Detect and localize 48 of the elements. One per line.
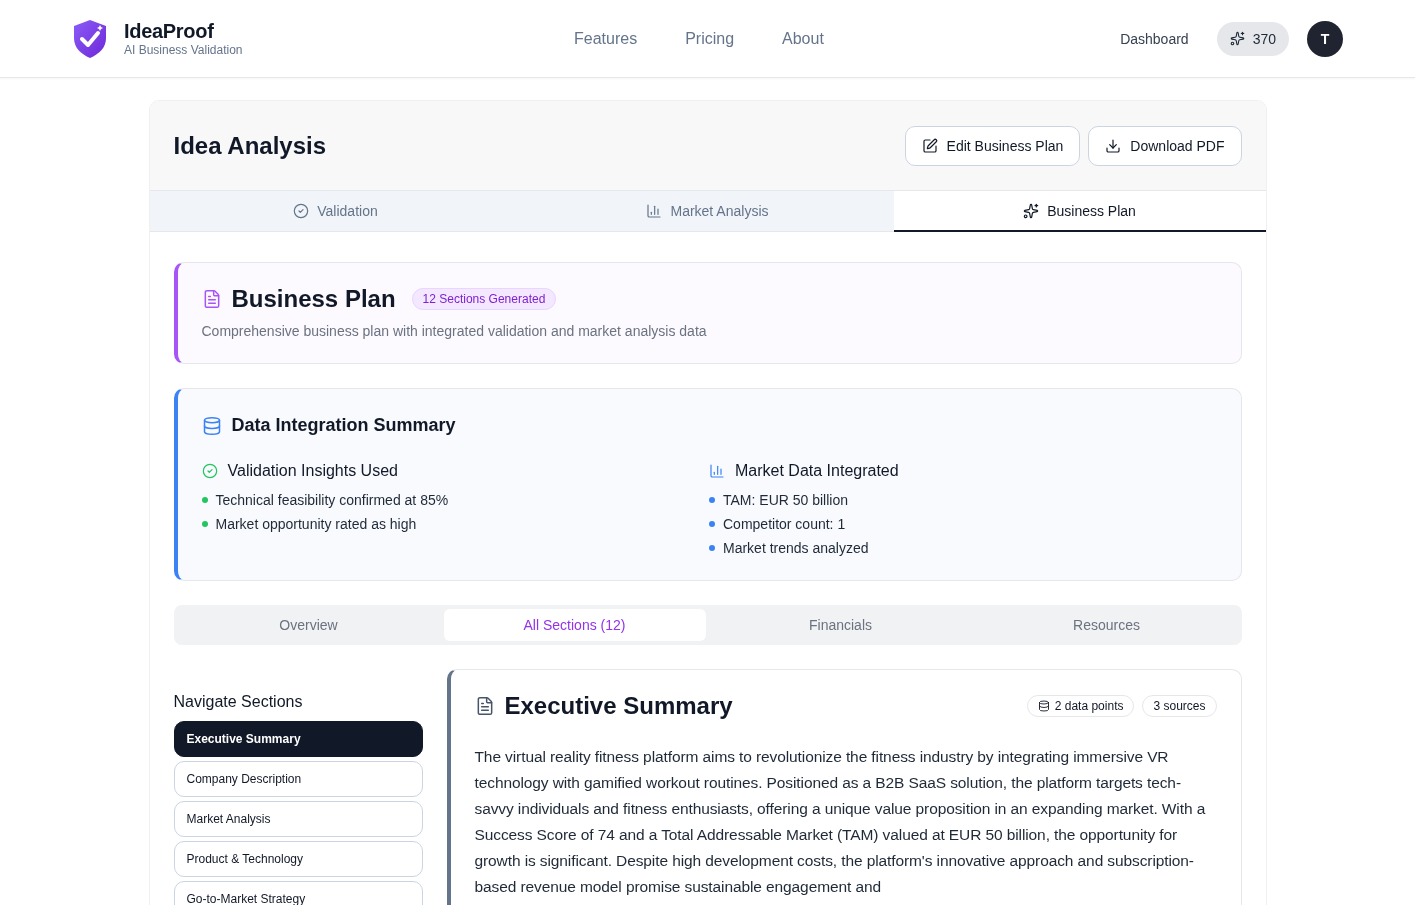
database-icon — [201, 415, 222, 436]
plan-title: Business Plan — [231, 285, 396, 313]
section-nav-item[interactable]: Company Description — [173, 761, 423, 797]
tab[interactable]: Validation — [149, 191, 522, 232]
pen-square-icon — [921, 137, 938, 154]
sections-badge: 12 Sections Generated — [411, 288, 557, 310]
plan-description: Comprehensive business plan with integrated validation and market analysis data — [201, 323, 708, 339]
tab[interactable]: Business Plan — [893, 191, 1266, 232]
check-circle-icon — [293, 203, 310, 219]
section-nav-item[interactable]: Market Analysis — [173, 801, 423, 837]
nav-link[interactable]: Features — [574, 29, 638, 48]
brand-name: IdeaProof — [124, 20, 215, 43]
insight-item: Market opportunity rated as high — [215, 516, 417, 532]
action-button[interactable]: Edit Business Plan — [904, 125, 1081, 166]
section-nav-item[interactable]: Executive Summary — [173, 721, 423, 757]
section-tab[interactable]: Overview — [177, 609, 440, 641]
insight-item: TAM: EUR 50 billion — [723, 492, 848, 508]
bar-chart-icon — [646, 203, 663, 219]
sparkles-icon — [1229, 31, 1245, 46]
check-circle-icon — [201, 463, 218, 479]
section-tab[interactable]: Resources — [975, 609, 1238, 641]
credits-pill[interactable]: 370 — [1216, 21, 1289, 56]
section-title: Executive Summary — [504, 692, 733, 720]
download-icon — [1105, 137, 1122, 154]
integration-title: Data Integration Summary — [231, 415, 456, 436]
nav-link[interactable]: About — [782, 29, 824, 48]
tab[interactable]: Market Analysis — [521, 191, 894, 232]
insight-item: Market trends analyzed — [723, 540, 869, 556]
nav-link[interactable]: Pricing — [685, 29, 735, 48]
sidebar-title: Navigate Sections — [173, 693, 304, 711]
section-nav-item[interactable]: Go-to-Market Strategy — [173, 881, 423, 905]
section-tab[interactable]: Financials — [709, 609, 972, 641]
insight-item: Competitor count: 1 — [723, 516, 846, 532]
insight-item: Technical feasibility confirmed at 85% — [215, 492, 449, 508]
brand-tagline: AI Business Validation — [124, 43, 243, 57]
sparkles-icon — [1023, 202, 1040, 219]
avatar[interactable]: T — [1307, 20, 1343, 57]
dashboard-link[interactable]: Dashboard — [1120, 30, 1189, 47]
bar-chart-icon — [709, 463, 725, 479]
insight-heading: Market Data Integrated — [735, 462, 899, 480]
page-title: Idea Analysis — [173, 131, 327, 160]
action-button[interactable]: Download PDF — [1088, 125, 1242, 166]
database-icon — [1037, 700, 1050, 712]
section-nav-item[interactable]: Product & Technology — [173, 841, 423, 877]
section-tab[interactable]: All Sections (12) — [443, 609, 706, 641]
shield-check-logo — [72, 18, 108, 59]
section-text: The virtual reality fitness platform aims to revolutionize the fitness industry by integrating immersive VR technology with gamified workout routines. Positioned as a B2B SaaS solution, the platform targets tech-savvy individuals and fitness enthusiasts, offering a unique value proposition in an expanding market. With a Success Score of 74 and a Total Addressable Market (TAM) valued at EUR 50 billion, the opportunity for growth is significant. Despite high development costs, the platform's innovative approach and subscription-based revenue model promise sustainable engagement and — [474, 747, 1207, 897]
insight-heading: Validation Insights Used — [227, 462, 398, 480]
